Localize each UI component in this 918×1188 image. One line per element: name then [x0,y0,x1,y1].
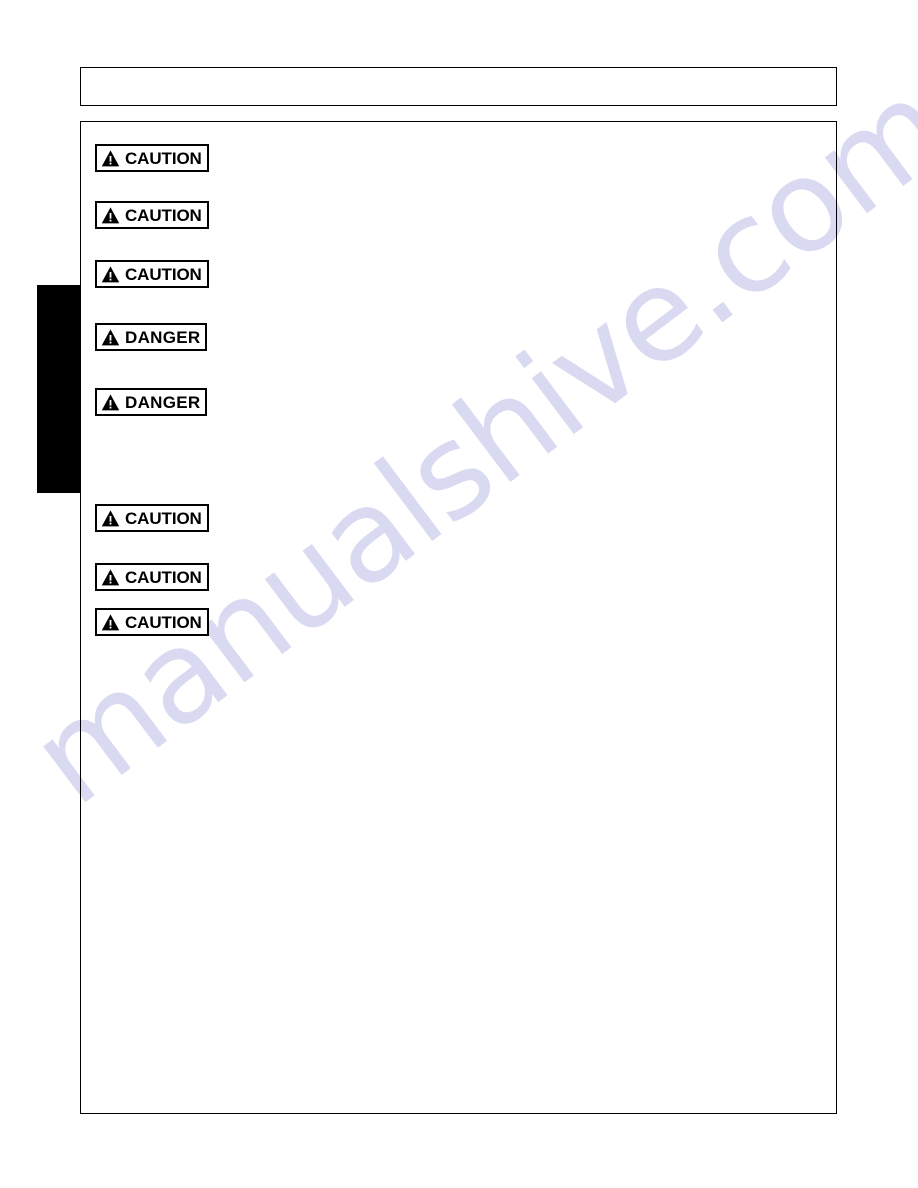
page-content-box: CAUTION CAUTION CAUTION DANGER DANGER CAUTION… [80,121,837,1114]
safety-badge-caution: CAUTION [95,608,209,636]
safety-badge-caution: CAUTION [95,563,209,591]
warning-triangle-icon [101,328,120,347]
warning-triangle-icon [101,568,120,587]
safety-badge-word: CAUTION [125,567,202,587]
warning-triangle-icon [101,393,120,412]
manual-page: manualshive.com CAUTION CAUTION CAUTION DAN… [0,0,918,1188]
safety-badge-word: DANGER [125,392,201,412]
safety-badge-word: CAUTION [125,508,202,528]
safety-badge-caution: CAUTION [95,504,209,532]
warning-triangle-icon [101,509,120,528]
safety-badge-word: CAUTION [125,612,202,632]
safety-badge-caution: CAUTION [95,201,209,229]
warning-triangle-icon [101,149,120,168]
safety-badge-caution: CAUTION [95,260,209,288]
section-index-tab-label [37,285,81,493]
warning-triangle-icon [101,613,120,632]
safety-badge-word: CAUTION [125,148,202,168]
safety-badge-danger: DANGER [95,388,208,416]
safety-badge-word: CAUTION [125,264,202,284]
section-index-tab [37,285,81,493]
warning-triangle-icon [101,206,120,225]
warning-triangle-icon [101,265,120,284]
page-header-box [80,67,837,106]
safety-badge-danger: DANGER [95,323,208,351]
safety-badge-caution: CAUTION [95,144,209,172]
safety-badge-word: CAUTION [125,205,202,225]
safety-badge-word: DANGER [125,327,201,347]
